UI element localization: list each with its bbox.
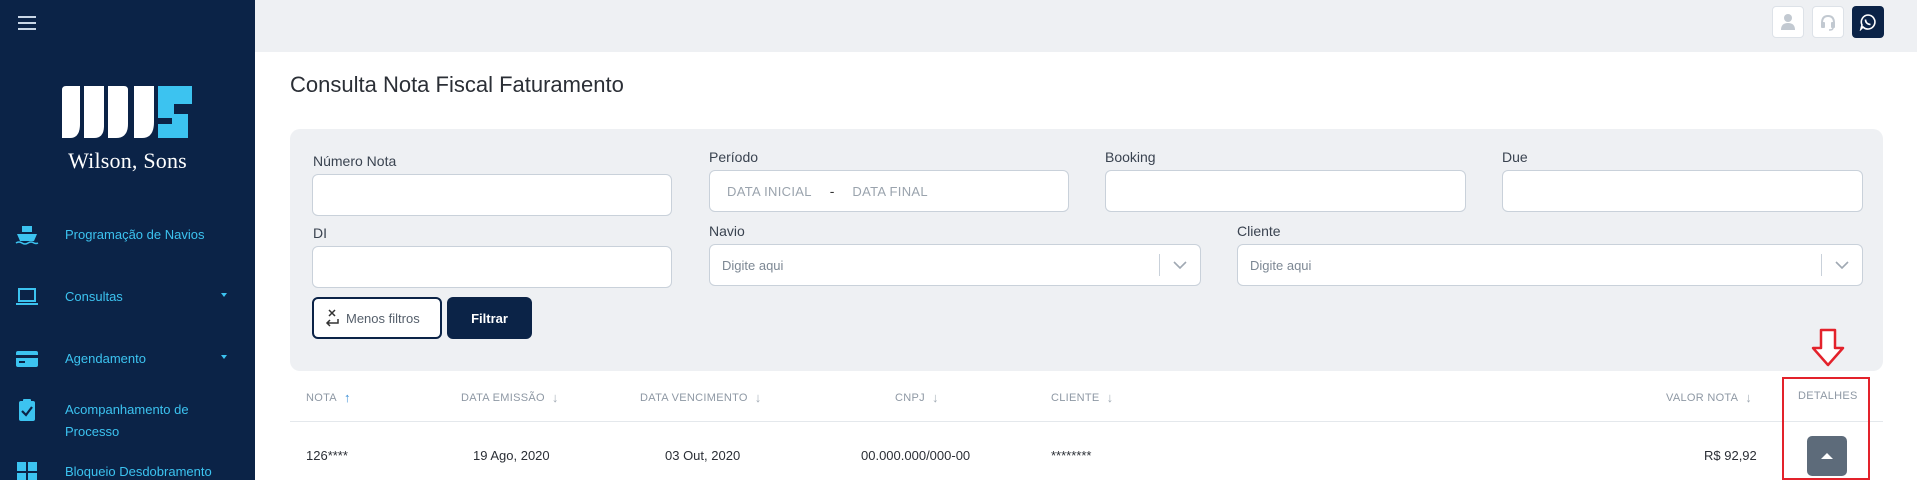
user-icon — [1781, 14, 1795, 30]
column-label: NOTA — [306, 391, 337, 404]
di-label: DI — [313, 225, 327, 241]
sort-desc-icon: ↓ — [551, 390, 559, 405]
data-inicial-placeholder[interactable]: DATA INICIAL — [727, 184, 812, 199]
column-label: DATA EMISSÃO — [461, 391, 545, 404]
annotation-arrow-icon — [1810, 328, 1846, 373]
numero-nota-input[interactable] — [312, 174, 672, 216]
sort-desc-icon: ↓ — [931, 390, 939, 405]
sidebar-item-consultas[interactable]: Consultas — [0, 286, 255, 308]
sidebar-item-label: Programação de Navios — [65, 227, 205, 242]
numero-nota-label: Número Nota — [313, 153, 397, 169]
periodo-label: Período — [709, 149, 759, 165]
column-label: VALOR NOTA — [1666, 391, 1739, 404]
laptop-icon — [15, 286, 39, 308]
card-icon — [15, 348, 39, 370]
chevron-down-icon — [221, 293, 227, 297]
booking-input[interactable] — [1105, 170, 1466, 212]
sort-desc-icon: ↓ — [1106, 390, 1114, 405]
column-header-nota[interactable]: NOTA ↑ — [306, 390, 351, 405]
cell-data-emissao: 19 Ago, 2020 — [473, 448, 550, 463]
data-final-placeholder[interactable]: DATA FINAL — [852, 184, 927, 199]
column-header-cliente[interactable]: CLIENTE ↓ — [1051, 390, 1113, 405]
sidebar-item-programacao-navios[interactable]: Programação de Navios — [0, 224, 255, 246]
due-label: Due — [1502, 149, 1528, 165]
chevron-down-icon — [221, 355, 227, 359]
support-button[interactable] — [1812, 6, 1844, 38]
clipboard-check-icon — [15, 399, 39, 421]
navio-select-placeholder: Digite aqui — [722, 257, 784, 273]
sidebar-item-acompanhamento-processo[interactable]: Acompanhamento de Processo — [0, 399, 255, 443]
cell-cliente: ******** — [1051, 448, 1092, 463]
column-header-cnpj[interactable]: CNPJ ↓ — [895, 390, 939, 405]
column-label: CNPJ — [895, 391, 925, 404]
due-input[interactable] — [1502, 170, 1863, 212]
column-label: DATA VENCIMENTO — [640, 391, 748, 404]
di-input[interactable] — [312, 246, 672, 288]
sort-desc-icon: ↓ — [754, 390, 762, 405]
chevron-down-icon[interactable] — [1160, 261, 1200, 269]
table-divider — [290, 421, 1883, 422]
whatsapp-icon — [1859, 14, 1876, 31]
cell-cnpj: 00.000.000/000-00 — [861, 448, 971, 463]
details-toggle-button[interactable] — [1807, 436, 1847, 476]
filter-button[interactable]: Filtrar — [447, 297, 532, 339]
date-range-separator: - — [829, 183, 835, 199]
sort-asc-icon: ↑ — [343, 390, 351, 405]
column-label: CLIENTE — [1051, 391, 1100, 404]
page-title: Consulta Nota Fiscal Faturamento — [290, 72, 624, 97]
column-header-valor-nota[interactable]: VALOR NOTA ↓ — [1666, 390, 1752, 405]
cliente-select[interactable]: Digite aqui — [1237, 244, 1863, 286]
sidebar-item-label: Consultas — [65, 289, 123, 304]
caret-up-icon — [1821, 453, 1833, 459]
brand-name: Wilson, Sons — [68, 148, 187, 173]
chevron-down-icon[interactable] — [1822, 261, 1862, 269]
wilson-sons-logo-icon — [62, 86, 192, 138]
headset-icon — [1821, 14, 1835, 31]
top-bar — [255, 0, 1917, 52]
grid-icon — [15, 461, 39, 480]
logo: Wilson, Sons — [60, 84, 195, 174]
booking-label: Booking — [1105, 149, 1156, 165]
collapse-filters-icon — [325, 309, 339, 327]
navio-label: Navio — [709, 223, 745, 239]
cliente-select-placeholder: Digite aqui — [1250, 257, 1312, 273]
ship-icon — [15, 224, 39, 246]
filter-panel: Número Nota Período DATA INICIAL - DATA … — [290, 129, 1883, 371]
cliente-label: Cliente — [1237, 223, 1281, 239]
sidebar: Wilson, Sons Programação de Navios Consu… — [0, 0, 255, 480]
cell-data-vencimento: 03 Out, 2020 — [665, 448, 741, 463]
sidebar-item-label: Bloqueio Desdobramento — [65, 464, 212, 479]
user-button[interactable] — [1772, 6, 1804, 38]
less-filters-button[interactable]: Menos filtros — [312, 297, 442, 339]
column-header-data-emissao[interactable]: DATA EMISSÃO ↓ — [461, 390, 559, 405]
column-header-data-vencimento[interactable]: DATA VENCIMENTO ↓ — [640, 390, 762, 405]
whatsapp-button[interactable] — [1852, 6, 1884, 38]
hamburger-menu-icon[interactable] — [18, 16, 36, 30]
cell-nota: 126**** — [306, 448, 348, 463]
cell-valor-nota: R$ 92,92 — [1704, 448, 1757, 463]
sort-desc-icon: ↓ — [1745, 390, 1753, 405]
sidebar-item-agendamento[interactable]: Agendamento — [0, 348, 255, 370]
sidebar-item-bloqueio-desdobramento[interactable]: Bloqueio Desdobramento — [0, 461, 255, 480]
periodo-date-range[interactable]: DATA INICIAL - DATA FINAL — [709, 170, 1069, 212]
navio-select[interactable]: Digite aqui — [709, 244, 1201, 286]
sidebar-item-label: Agendamento — [65, 351, 146, 366]
sidebar-item-label: Acompanhamento de Processo — [65, 402, 189, 439]
less-filters-label: Menos filtros — [346, 310, 420, 326]
